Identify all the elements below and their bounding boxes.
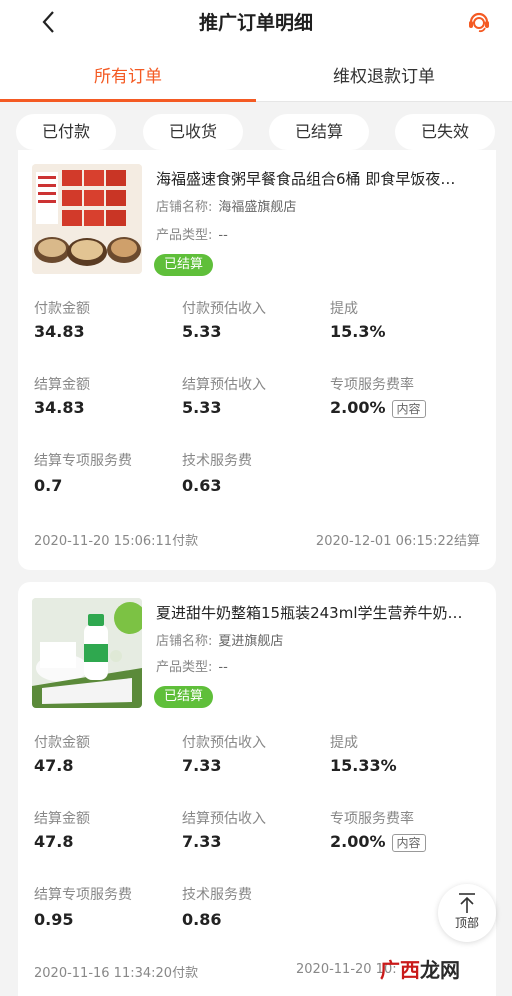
watermark: 广西龙网 bbox=[380, 954, 460, 983]
content-badge[interactable]: 内容 bbox=[391, 399, 426, 418]
settle-est-value: 7.33 bbox=[182, 832, 222, 851]
customer-service-icon[interactable] bbox=[466, 8, 492, 34]
pay-est-label: 付款预估收入 bbox=[182, 301, 266, 317]
shop-label: 店铺名称: bbox=[156, 634, 213, 649]
pay-time: 2020-11-16 11:34:20付款 bbox=[34, 966, 199, 981]
type-value: -- bbox=[218, 660, 228, 675]
milk-product-image bbox=[32, 598, 142, 708]
pay-est-label: 付款预估收入 bbox=[182, 735, 266, 751]
filter-settled[interactable]: 已结算 bbox=[269, 114, 369, 150]
product-name[interactable]: 夏进甜牛奶整箱15瓶装243ml学生营养牛奶… bbox=[156, 602, 486, 623]
type-label: 产品类型: bbox=[156, 228, 213, 243]
settle-service-fee-value: 0.95 bbox=[34, 910, 74, 929]
settle-amount-label: 结算金额 bbox=[34, 811, 90, 827]
settle-est-value: 5.33 bbox=[182, 398, 222, 417]
back-to-top-button[interactable]: 顶部 bbox=[438, 884, 496, 942]
tech-fee-label: 技术服务费 bbox=[182, 453, 252, 469]
service-rate-label: 专项服务费率 bbox=[330, 377, 414, 393]
settle-service-fee-value: 0.7 bbox=[34, 476, 63, 495]
tech-fee-value: 0.63 bbox=[182, 476, 222, 495]
pay-amount-label: 付款金额 bbox=[34, 735, 90, 751]
content-badge[interactable]: 内容 bbox=[391, 833, 426, 852]
type-label: 产品类型: bbox=[156, 660, 213, 675]
order-card[interactable]: 夏进甜牛奶整箱15瓶装243ml学生营养牛奶… 店铺名称: 夏进旗舰店 产品类型:… bbox=[18, 582, 496, 996]
shop-label: 店铺名称: bbox=[156, 200, 213, 215]
shop-value: 海福盛旗舰店 bbox=[218, 200, 297, 215]
pay-est-value: 5.33 bbox=[182, 322, 222, 341]
watermark-part2: 龙网 bbox=[420, 958, 460, 982]
shop-name: 店铺名称: 海福盛旗舰店 bbox=[156, 196, 296, 215]
pay-time: 2020-11-20 15:06:11付款 bbox=[34, 534, 199, 549]
tech-fee-value: 0.86 bbox=[182, 910, 222, 929]
filter-paid[interactable]: 已付款 bbox=[16, 114, 116, 150]
pay-amount-value: 34.83 bbox=[34, 322, 85, 341]
commission-value: 15.33% bbox=[330, 756, 397, 775]
settle-amount-label: 结算金额 bbox=[34, 377, 90, 393]
commission-label: 提成 bbox=[330, 301, 358, 317]
settle-service-fee-label: 结算专项服务费 bbox=[34, 887, 132, 903]
shop-name: 店铺名称: 夏进旗舰店 bbox=[156, 630, 283, 649]
arrow-up-icon bbox=[459, 893, 475, 913]
back-to-top-label: 顶部 bbox=[454, 916, 479, 930]
product-type: 产品类型: -- bbox=[156, 224, 228, 243]
order-tabs: 所有订单 维权退款订单 bbox=[0, 44, 512, 102]
shop-value: 夏进旗舰店 bbox=[218, 634, 284, 649]
order-card[interactable]: 海福盛速食粥早餐食品组合6桶 即食早饭夜… 店铺名称: 海福盛旗舰店 产品类型: -… bbox=[18, 150, 496, 570]
service-rate-value: 2.00% bbox=[330, 398, 386, 417]
product-name[interactable]: 海福盛速食粥早餐食品组合6桶 即食早饭夜… bbox=[156, 168, 486, 189]
tab-all-orders[interactable]: 所有订单 bbox=[0, 62, 256, 87]
commission-value: 15.3% bbox=[330, 322, 386, 341]
top-bar: 推广订单明细 bbox=[0, 0, 512, 44]
service-rate-label: 专项服务费率 bbox=[330, 811, 414, 827]
pay-est-value: 7.33 bbox=[182, 756, 222, 775]
status-badge: 已结算 bbox=[154, 686, 214, 708]
service-rate: 2.00% 内容 bbox=[330, 832, 426, 852]
filter-invalid[interactable]: 已失效 bbox=[395, 114, 495, 150]
congee-product-image bbox=[32, 164, 142, 274]
watermark-part1: 广西 bbox=[380, 958, 420, 982]
settle-time: 2020-12-01 06:15:22结算 bbox=[315, 534, 480, 549]
settle-est-label: 结算预估收入 bbox=[182, 377, 266, 393]
filter-received[interactable]: 已收货 bbox=[143, 114, 243, 150]
pay-amount-label: 付款金额 bbox=[34, 301, 90, 317]
tech-fee-label: 技术服务费 bbox=[182, 887, 252, 903]
status-badge: 已结算 bbox=[154, 254, 214, 276]
type-value: -- bbox=[218, 228, 228, 243]
service-rate: 2.00% 内容 bbox=[330, 398, 426, 418]
product-image[interactable] bbox=[32, 164, 142, 274]
settle-est-label: 结算预估收入 bbox=[182, 811, 266, 827]
tab-refund-orders[interactable]: 维权退款订单 bbox=[256, 62, 512, 87]
settle-amount-value: 47.8 bbox=[34, 832, 74, 851]
commission-label: 提成 bbox=[330, 735, 358, 751]
pay-amount-value: 47.8 bbox=[34, 756, 74, 775]
service-rate-value: 2.00% bbox=[330, 832, 386, 851]
product-image[interactable] bbox=[32, 598, 142, 708]
page-title: 推广订单明细 bbox=[198, 12, 313, 34]
settle-service-fee-label: 结算专项服务费 bbox=[34, 453, 132, 469]
settle-amount-value: 34.83 bbox=[34, 398, 85, 417]
product-type: 产品类型: -- bbox=[156, 656, 228, 675]
